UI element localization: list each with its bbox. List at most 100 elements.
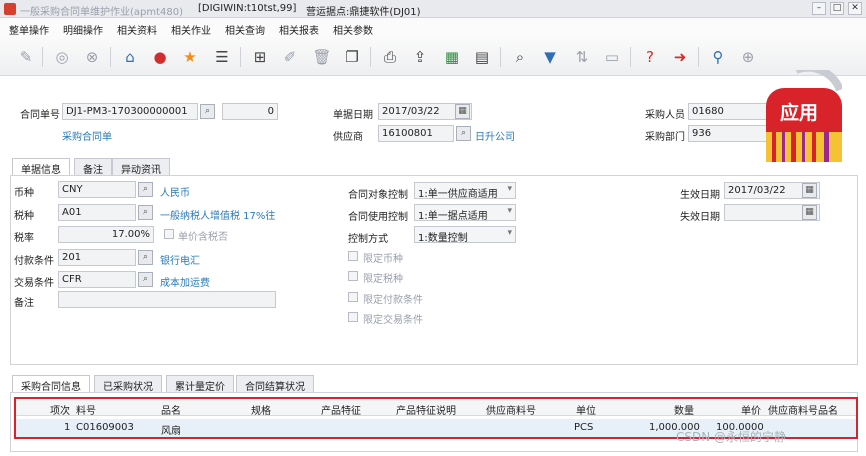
search-icon[interactable]: ⌕ — [200, 104, 215, 119]
doc-date-label: 单据日期 — [333, 110, 373, 121]
help-icon[interactable]: ? — [640, 47, 660, 67]
document-icon[interactable]: ▤ — [472, 47, 492, 67]
payment-label: 付款条件 — [14, 256, 54, 267]
tax-name: 一般纳税人增值税 17%往 — [160, 211, 276, 222]
col-seq[interactable]: 项次 — [50, 402, 70, 417]
col-item-no[interactable]: 料号 — [76, 402, 96, 417]
edit-icon[interactable]: ✐ — [280, 47, 300, 67]
search-icon[interactable]: ⌕ — [138, 205, 153, 220]
search-icon[interactable]: ⌕ — [138, 272, 153, 287]
cell-unit: PCS — [574, 422, 594, 433]
col-feature-desc[interactable]: 产品特征说明 — [396, 402, 456, 417]
calendar-icon[interactable]: ▦ — [455, 104, 470, 119]
search-icon[interactable]: ⌕ — [510, 47, 530, 67]
search-icon[interactable]: ⌕ — [456, 126, 471, 141]
title-bar: 一般采购合同单维护作业(apmt480) [DIGIWIN:t10tst,99]… — [0, 0, 866, 18]
search-icon[interactable]: ⌕ — [138, 250, 153, 265]
menu-related-data[interactable]: 相关资料 — [117, 22, 157, 37]
col-supplier-item-no[interactable]: 供应商料号 — [486, 402, 536, 417]
remark-field[interactable] — [58, 291, 276, 308]
exit-icon[interactable]: ➜ — [670, 47, 690, 67]
chevron-down-icon: ▾ — [507, 228, 512, 238]
use-ctrl-select[interactable]: 1:单一据点适用 ▾ — [414, 204, 516, 222]
obj-ctrl-value: 1:单一供应商适用 — [418, 189, 498, 200]
col-spec[interactable]: 规格 — [251, 402, 271, 417]
tab-contract-info[interactable]: 采购合同信息 — [12, 375, 90, 393]
limit-trade-checkbox[interactable] — [348, 312, 358, 322]
ctrl-mode-label: 控制方式 — [348, 234, 388, 245]
ctrl-mode-select[interactable]: 1:数量控制 ▾ — [414, 226, 516, 244]
list-icon[interactable]: ☰ — [212, 47, 232, 67]
menu-related-jobs[interactable]: 相关作业 — [171, 22, 211, 37]
tab-purchased-status[interactable]: 已采购状况 — [94, 375, 162, 393]
location-icon[interactable]: ● — [150, 47, 170, 67]
layout-icon[interactable]: ▭ — [602, 47, 622, 67]
col-price[interactable]: 单价 — [741, 402, 761, 417]
contract-seq-field[interactable]: 0 — [222, 103, 278, 120]
cell-item-name: 风扇 — [161, 426, 181, 437]
home-icon[interactable]: ⌂ — [120, 47, 140, 67]
menu-related-query[interactable]: 相关查询 — [225, 22, 265, 37]
currency-label: 币种 — [14, 188, 34, 199]
chevron-down-icon: ▾ — [507, 206, 512, 216]
contract-type-link[interactable]: 采购合同单 — [62, 128, 112, 143]
search-icon[interactable]: ⌕ — [138, 182, 153, 197]
close-button[interactable]: ✕ — [848, 2, 862, 15]
contract-no-field[interactable]: DJ1-PM3-170300000001 — [62, 103, 198, 120]
supplier-code-field[interactable]: 16100801 — [378, 125, 454, 142]
tab-cumulative-pricing[interactable]: 累计量定价 — [166, 375, 234, 393]
limit-tax-label: 限定税种 — [363, 274, 403, 285]
supplier-name-link[interactable]: 日升公司 — [475, 128, 515, 143]
app-badge: 应用 — [766, 70, 842, 162]
cancel-icon[interactable]: ⊗ — [82, 47, 102, 67]
limit-payment-label: 限定付款条件 — [363, 295, 423, 306]
excel-icon[interactable]: ▦ — [442, 47, 462, 67]
export-icon[interactable]: ⇪ — [410, 47, 430, 67]
delete-icon[interactable]: 🗑 — [312, 47, 332, 67]
menu-bar: 整单操作 明细操作 相关资料 相关作业 相关查询 相关报表 相关参数 — [0, 18, 866, 38]
brush-icon[interactable]: ✎ — [16, 47, 36, 67]
obj-ctrl-select[interactable]: 1:单一供应商适用 ▾ — [414, 182, 516, 200]
confirm-icon[interactable]: ◎ — [52, 47, 72, 67]
limit-tax-checkbox[interactable] — [348, 271, 358, 281]
trade-field[interactable]: CFR — [58, 271, 136, 288]
dept-field[interactable]: 936 — [688, 125, 768, 142]
dept-label: 采购部门 — [645, 132, 685, 143]
buyer-field[interactable]: 01680 — [688, 103, 768, 120]
taxrate-field[interactable]: 17.00% — [58, 226, 154, 243]
crosshair-icon[interactable]: ⊕ — [738, 47, 758, 67]
limit-currency-checkbox[interactable] — [348, 251, 358, 261]
copy-icon[interactable]: ❐ — [342, 47, 362, 67]
chevron-down-icon: ▾ — [507, 184, 512, 194]
star-icon[interactable]: ★ — [180, 47, 200, 67]
col-qty[interactable]: 数量 — [674, 402, 694, 417]
tab-remarks[interactable]: 备注 — [74, 158, 112, 176]
tab-change-info[interactable]: 异动资讯 — [112, 158, 170, 176]
print-icon[interactable]: ⎙ — [380, 47, 400, 67]
price-incl-tax-checkbox[interactable] — [164, 229, 174, 239]
menu-detail[interactable]: 明细操作 — [63, 22, 103, 37]
payment-field[interactable]: 201 — [58, 249, 136, 266]
menu-related-params[interactable]: 相关参数 — [333, 22, 373, 37]
currency-field[interactable]: CNY — [58, 181, 136, 198]
attach-icon[interactable]: ⚲ — [708, 47, 728, 67]
minimize-button[interactable]: – — [812, 2, 826, 15]
maximize-button[interactable]: □ — [830, 2, 844, 15]
col-supplier-item-name[interactable]: 供应商料号品名 — [768, 402, 838, 417]
calendar-icon[interactable]: ▦ — [802, 205, 817, 220]
filter-icon[interactable]: ▼ — [540, 47, 560, 67]
calendar-icon[interactable]: ▦ — [802, 183, 817, 198]
menu-whole-doc[interactable]: 整单操作 — [9, 22, 49, 37]
tab-doc-info[interactable]: 单据信息 — [12, 158, 70, 176]
tab-settlement-status[interactable]: 合同结算状况 — [236, 375, 314, 393]
add-icon[interactable]: ⊞ — [250, 47, 270, 67]
limit-payment-checkbox[interactable] — [348, 292, 358, 302]
menu-related-report[interactable]: 相关报表 — [279, 22, 319, 37]
sort-icon[interactable]: ⇅ — [572, 47, 592, 67]
tax-label: 税种 — [14, 211, 34, 222]
col-unit[interactable]: 单位 — [576, 402, 596, 417]
col-feature[interactable]: 产品特征 — [321, 402, 361, 417]
tax-field[interactable]: A01 — [58, 204, 136, 221]
buyer-label: 采购人员 — [645, 110, 685, 121]
col-item-name[interactable]: 品名 — [161, 402, 181, 417]
